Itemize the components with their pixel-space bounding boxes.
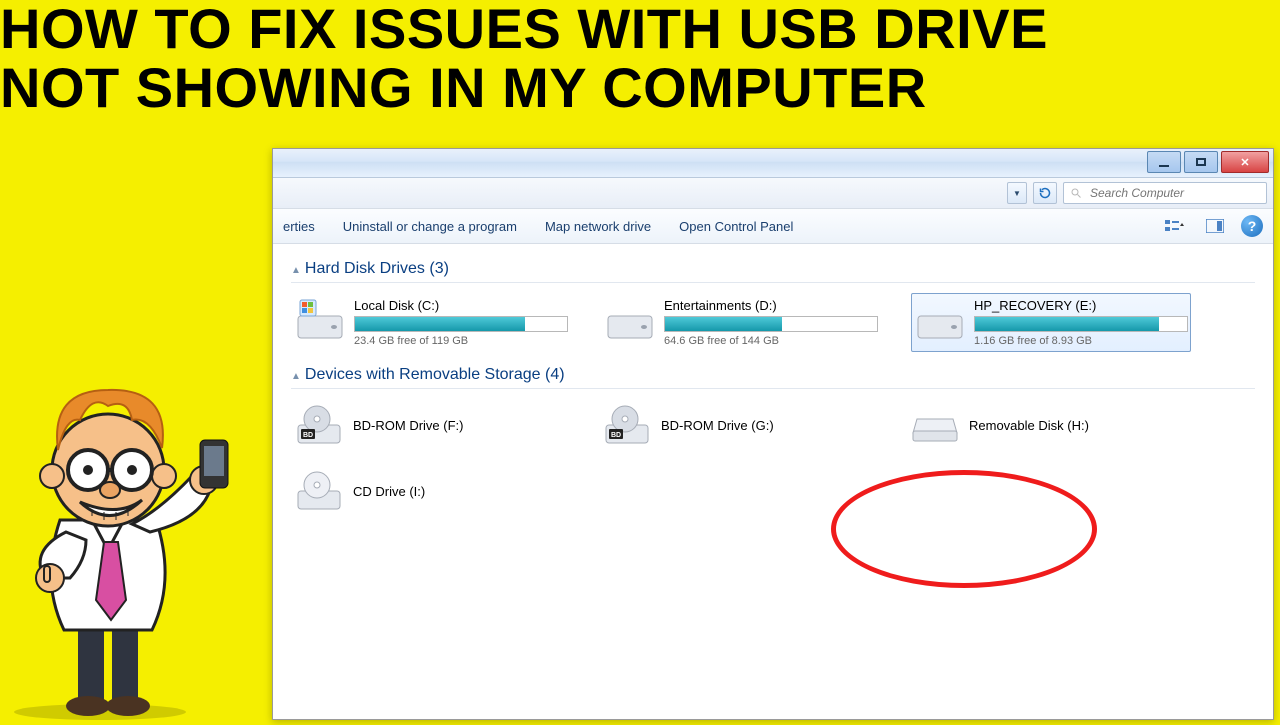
- command-bar: erties Uninstall or change a program Map…: [273, 209, 1273, 244]
- device-f[interactable]: BD BD-ROM Drive (F:): [291, 399, 569, 451]
- svg-text:BD: BD: [303, 432, 313, 439]
- address-bar: ▼: [273, 178, 1273, 209]
- search-input[interactable]: [1088, 185, 1260, 201]
- device-g[interactable]: BD BD-ROM Drive (G:): [599, 399, 877, 451]
- device-f-label: BD-ROM Drive (F:): [353, 418, 464, 433]
- device-i[interactable]: CD Drive (I:): [291, 465, 569, 517]
- drive-c-free: 23.4 GB free of 119 GB: [354, 335, 566, 347]
- cd-drive-icon: [295, 469, 343, 513]
- hard-disk-header[interactable]: ▲Hard Disk Drives (3): [291, 260, 1255, 283]
- drive-c-usage-bar: [354, 316, 568, 332]
- content-area: ▲Hard Disk Drives (3) Local Disk (C:) 23…: [273, 244, 1273, 543]
- drive-c[interactable]: Local Disk (C:) 23.4 GB free of 119 GB: [291, 293, 571, 352]
- bd-rom-drive-icon: BD: [603, 403, 651, 447]
- drive-d-usage-bar: [664, 316, 878, 332]
- drive-d-label: Entertainments (D:): [664, 298, 876, 313]
- headline-line-2: NOT SHOWING IN MY COMPUTER: [0, 59, 1048, 118]
- close-button[interactable]: [1221, 151, 1269, 173]
- collapse-icon: ▲: [291, 265, 301, 276]
- drive-e-label: HP_RECOVERY (E:): [974, 298, 1186, 313]
- headline-line-1: HOW TO FIX ISSUES WITH USB DRIVE: [0, 0, 1048, 59]
- bd-rom-drive-icon: BD: [295, 403, 343, 447]
- minimize-button[interactable]: [1147, 151, 1181, 173]
- device-i-label: CD Drive (I:): [353, 484, 425, 499]
- map-network-drive-button[interactable]: Map network drive: [545, 219, 651, 234]
- device-g-label: BD-ROM Drive (G:): [661, 418, 774, 433]
- device-h-label: Removable Disk (H:): [969, 418, 1089, 433]
- hard-drive-icon: [296, 298, 344, 342]
- drive-e-usage-bar: [974, 316, 1188, 332]
- drive-d-free: 64.6 GB free of 144 GB: [664, 335, 876, 347]
- refresh-button[interactable]: [1033, 182, 1057, 204]
- properties-button-partial[interactable]: erties: [283, 219, 315, 234]
- view-options-button[interactable]: [1161, 214, 1189, 238]
- preview-pane-button[interactable]: [1201, 214, 1229, 238]
- cartoon-character: [0, 320, 270, 720]
- history-dropdown-button[interactable]: ▼: [1007, 182, 1027, 204]
- drive-e-free: 1.16 GB free of 8.93 GB: [974, 335, 1186, 347]
- headline: HOW TO FIX ISSUES WITH USB DRIVE NOT SHO…: [0, 0, 1048, 118]
- device-h[interactable]: Removable Disk (H:): [907, 399, 1185, 451]
- drive-c-label: Local Disk (C:): [354, 298, 566, 313]
- search-box[interactable]: [1063, 182, 1267, 204]
- removable-header[interactable]: ▲Devices with Removable Storage (4): [291, 366, 1255, 389]
- titlebar[interactable]: [273, 149, 1273, 178]
- removable-disk-icon: [911, 403, 959, 447]
- hard-drive-icon: [916, 298, 964, 342]
- drive-d[interactable]: Entertainments (D:) 64.6 GB free of 144 …: [601, 293, 881, 352]
- collapse-icon: ▲: [291, 371, 301, 382]
- refresh-icon: [1039, 187, 1051, 199]
- svg-text:BD: BD: [611, 432, 621, 439]
- open-control-panel-button[interactable]: Open Control Panel: [679, 219, 793, 234]
- help-button[interactable]: ?: [1241, 215, 1263, 237]
- drive-e[interactable]: HP_RECOVERY (E:) 1.16 GB free of 8.93 GB: [911, 293, 1191, 352]
- explorer-window: ▼ erties Uninstall or change a program M…: [272, 148, 1274, 720]
- uninstall-programs-button[interactable]: Uninstall or change a program: [343, 219, 517, 234]
- maximize-button[interactable]: [1184, 151, 1218, 173]
- hard-drive-icon: [606, 298, 654, 342]
- search-icon: [1070, 187, 1082, 199]
